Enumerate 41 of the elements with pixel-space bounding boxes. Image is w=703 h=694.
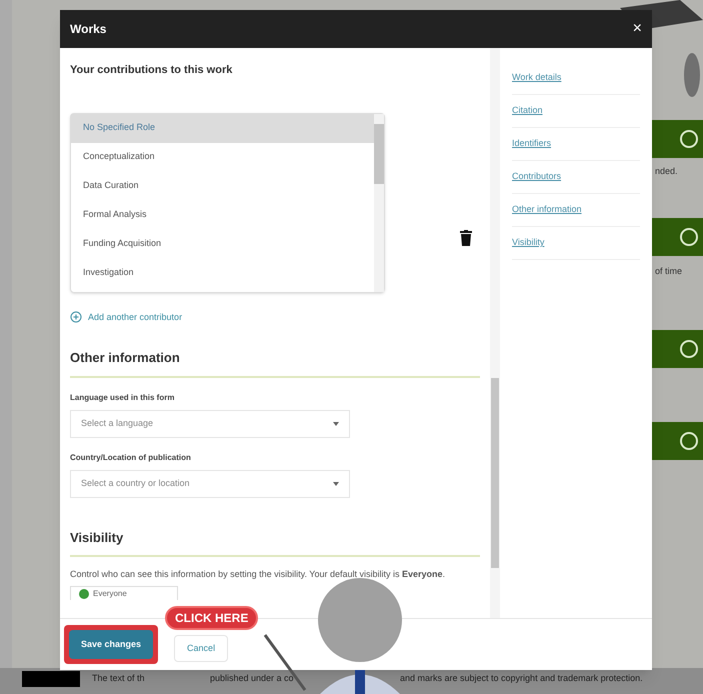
callout-label: CLICK HERE [165,606,258,630]
role-option[interactable]: No Specified Role [71,114,374,142]
section-heading: Your contributions to this work [70,63,234,78]
close-button[interactable]: × [632,21,642,37]
role-option[interactable]: Formal Analysis [71,200,374,230]
nav-link[interactable]: Identifiers [512,137,552,151]
section-heading: Visibility [70,528,480,557]
nav-link[interactable]: Work details [512,71,562,85]
save-button[interactable]: Save changes [69,630,154,660]
section-banner [652,120,703,158]
license-badge [22,671,80,687]
caret-icon [333,422,339,426]
background-text: of time [654,265,682,278]
footer-text: The text of th [92,672,145,685]
field-label: Country/Location of publication [70,452,192,464]
nav-link[interactable]: Visibility [512,236,544,250]
visibility-description: Control who can see this information by setting the visibility. Your default visibility is Everyone. [70,568,446,581]
section-banner [652,422,703,460]
modal-title: Works [70,21,106,38]
nav-link[interactable]: Citation [512,104,543,118]
visibility-select[interactable]: Everyone [70,586,178,600]
role-option[interactable]: Funding Acquisition [71,230,374,258]
footer-text: and marks are subject to copyright and trademark protection. [400,672,643,685]
plus-circle-icon [70,311,82,324]
background-text: nded. [654,165,678,178]
section-heading: Other information [70,348,480,378]
section-banner [652,218,703,256]
footer-text: published under a co [210,672,294,685]
caret-icon [333,482,339,486]
nav-link[interactable]: Contributors [512,170,562,184]
cancel-button[interactable]: Cancel [174,634,228,662]
select-field[interactable]: Select a language [70,410,350,438]
role-option[interactable]: Investigation [71,258,374,288]
role-option[interactable]: Data Curation [71,172,374,200]
section-banner [652,330,703,368]
nav-link[interactable]: Other information [512,203,582,217]
role-option[interactable]: Conceptualization [71,142,374,172]
trash-icon[interactable] [460,230,472,246]
field-label: Language used in this form [70,392,176,404]
select-field[interactable]: Select a country or location [70,470,350,498]
add-contributor-link[interactable]: Add another contributor [70,310,480,324]
